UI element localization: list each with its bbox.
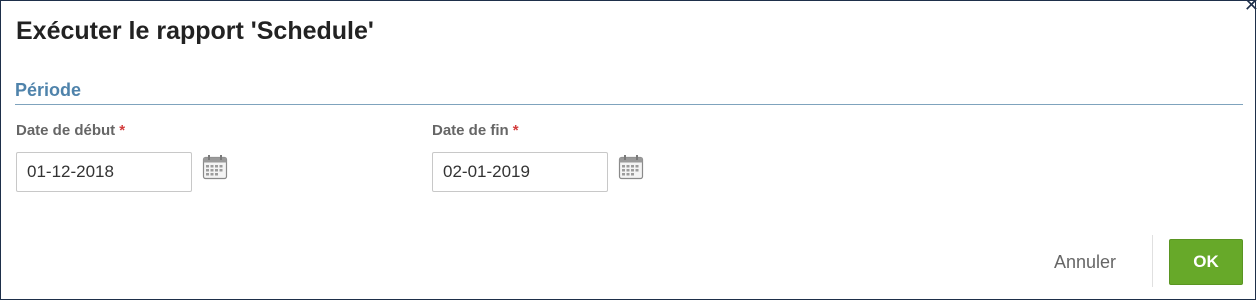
required-marker: * (512, 122, 519, 139)
cancel-button[interactable]: Annuler (1044, 247, 1126, 277)
end-date-input[interactable] (432, 152, 608, 192)
start-date-row (16, 152, 228, 192)
start-date-label: Date de début (16, 122, 116, 139)
dialog-title: Exécuter le rapport 'Schedule' (16, 17, 374, 45)
calendar-icon[interactable] (618, 154, 644, 180)
start-date-field: Date de début * (16, 122, 228, 192)
end-date-row (432, 152, 644, 192)
start-date-label-row: Date de début * (16, 122, 228, 142)
end-date-label: Date de fin (432, 122, 509, 139)
start-date-input[interactable] (16, 152, 192, 192)
footer-divider (1152, 235, 1153, 287)
section-header-periode: Période (15, 80, 1243, 105)
section-title: Période (15, 80, 82, 100)
required-marker: * (119, 122, 126, 139)
ok-button[interactable]: OK (1169, 239, 1243, 285)
close-icon[interactable]: ✕ (1244, 0, 1258, 15)
end-date-label-row: Date de fin * (432, 122, 644, 142)
report-dialog: Exécuter le rapport 'Schedule' ✕ Période… (0, 0, 1258, 300)
end-date-field: Date de fin * (432, 122, 644, 192)
calendar-icon[interactable] (202, 154, 228, 180)
